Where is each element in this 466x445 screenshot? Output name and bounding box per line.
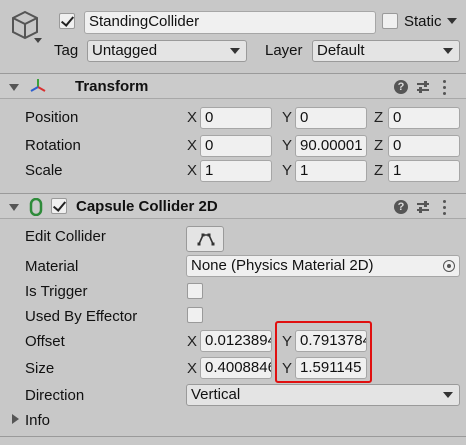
material-label: Material xyxy=(25,258,79,275)
scale-y-axis-label: Y xyxy=(282,162,293,179)
highlight-box xyxy=(275,321,372,383)
help-icon[interactable]: ? xyxy=(394,200,408,214)
layer-value: Default xyxy=(317,42,365,59)
scale-x-axis-label: X xyxy=(187,162,198,179)
chevron-down-icon xyxy=(443,392,453,398)
tag-value: Untagged xyxy=(92,42,158,59)
static-label: Static xyxy=(404,13,442,30)
position-label: Position xyxy=(25,109,79,126)
gameobject-active-checkbox[interactable] xyxy=(59,13,75,29)
presets-icon[interactable] xyxy=(416,200,430,214)
check-icon xyxy=(52,198,67,212)
static-checkbox[interactable] xyxy=(382,13,398,29)
direction-value: Vertical xyxy=(191,386,241,403)
rotation-label: Rotation xyxy=(25,137,81,154)
position-y-field[interactable]: 0 xyxy=(295,107,367,129)
component-menu-icon[interactable] xyxy=(443,80,447,98)
info-label[interactable]: Info xyxy=(25,412,50,429)
icon-dropdown-arrow-icon[interactable] xyxy=(34,38,42,43)
position-x-axis-label: X xyxy=(187,109,198,126)
rotation-x-field[interactable]: 0 xyxy=(200,135,272,157)
is-trigger-checkbox[interactable] xyxy=(187,283,203,299)
transform-icon xyxy=(30,78,46,94)
transform-header[interactable]: Transform ? xyxy=(0,73,466,99)
foldout-expanded-icon[interactable] xyxy=(9,84,19,91)
offset-label: Offset xyxy=(25,333,65,350)
bottom-divider xyxy=(0,436,466,437)
scale-z-field[interactable]: 1 xyxy=(388,160,460,182)
check-icon xyxy=(60,13,75,27)
object-picker-icon[interactable] xyxy=(443,260,455,272)
help-icon[interactable]: ? xyxy=(394,80,408,94)
gameobject-name-input[interactable]: StandingCollider xyxy=(84,11,376,34)
rotation-x-axis-label: X xyxy=(187,137,198,154)
foldout-expanded-icon[interactable] xyxy=(9,204,19,211)
chevron-down-icon xyxy=(443,48,453,54)
position-z-field[interactable]: 0 xyxy=(388,107,460,129)
scale-z-axis-label: Z xyxy=(374,162,384,179)
used-by-effector-label: Used By Effector xyxy=(25,308,138,325)
transform-title: Transform xyxy=(75,78,149,95)
material-value: None (Physics Material 2D) xyxy=(191,257,374,274)
direction-label: Direction xyxy=(25,387,85,404)
size-label: Size xyxy=(25,360,55,377)
scale-x-field[interactable]: 1 xyxy=(200,160,272,182)
position-x-field[interactable]: 0 xyxy=(200,107,272,129)
position-z-axis-label: Z xyxy=(374,109,384,126)
gameobject-icon xyxy=(8,8,42,42)
capsule-collider-title: Capsule Collider 2D xyxy=(76,198,218,215)
layer-label: Layer xyxy=(265,42,303,59)
scale-y-field[interactable]: 1 xyxy=(295,160,367,182)
capsule-collider-header[interactable]: Capsule Collider 2D ? xyxy=(0,193,466,219)
position-y-axis-label: Y xyxy=(282,109,293,126)
size-x-axis-label: X xyxy=(187,360,198,377)
info-foldout-icon[interactable] xyxy=(12,414,19,424)
size-x-field[interactable]: 0.4008846 xyxy=(200,357,272,379)
scale-label: Scale xyxy=(25,162,63,179)
direction-dropdown[interactable]: Vertical xyxy=(186,384,460,406)
static-dropdown-arrow-icon[interactable] xyxy=(447,18,457,24)
tag-label: Tag xyxy=(54,42,79,59)
rotation-y-field[interactable]: 90.00001 xyxy=(295,135,367,157)
presets-icon[interactable] xyxy=(416,80,430,94)
edit-collider-button[interactable] xyxy=(186,226,224,252)
chevron-down-icon xyxy=(230,48,240,54)
rotation-z-axis-label: Z xyxy=(374,137,384,154)
used-by-effector-checkbox[interactable] xyxy=(187,307,203,323)
is-trigger-label: Is Trigger xyxy=(25,283,88,300)
rotation-z-field[interactable]: 0 xyxy=(388,135,460,157)
material-object-field[interactable]: None (Physics Material 2D) xyxy=(186,255,460,277)
component-menu-icon[interactable] xyxy=(443,200,447,218)
edit-collider-label: Edit Collider xyxy=(25,228,106,245)
rotation-y-axis-label: Y xyxy=(282,137,293,154)
layer-dropdown[interactable]: Default xyxy=(312,40,460,62)
tag-dropdown[interactable]: Untagged xyxy=(87,40,247,62)
capsule-collider-icon xyxy=(29,197,43,217)
edit-shape-icon xyxy=(197,232,215,246)
offset-x-field[interactable]: 0.0123894 xyxy=(200,330,272,352)
capsule-enabled-checkbox[interactable] xyxy=(51,198,67,214)
offset-x-axis-label: X xyxy=(187,333,198,350)
